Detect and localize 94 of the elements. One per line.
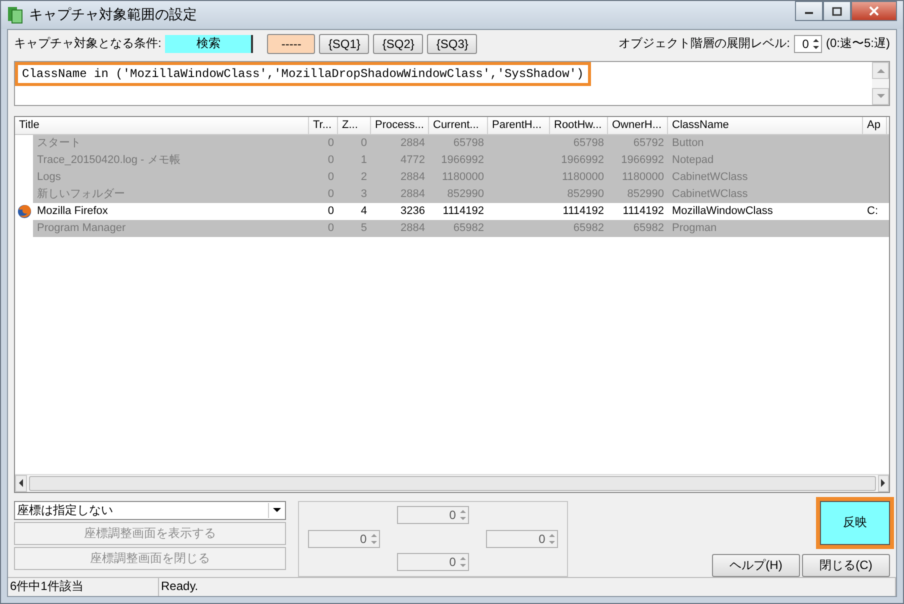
table-cell-text: 1180000	[560, 170, 605, 185]
query-field[interactable]: ClassName in ('MozillaWindowClass','MozillaDropShadowWindowClass','SysShadow')	[14, 60, 890, 106]
column-header[interactable]: RootHw...	[550, 116, 608, 134]
depth-label: オブジェクト階層の展開レベル:	[618, 35, 790, 52]
table-cell-text: 0	[326, 204, 335, 219]
table-cell-text: 2884	[400, 170, 426, 185]
search-button[interactable]: 検索	[165, 34, 254, 53]
table-cell-text: 1114192	[622, 204, 665, 219]
table-cell-text: MozillaWindowClass	[671, 204, 774, 219]
minimize-button[interactable]	[795, 1, 823, 21]
column-header[interactable]: OwnerH...	[608, 116, 668, 134]
table-cell-text: 65982	[632, 220, 665, 236]
saved-query-button[interactable]: {SQ1}	[319, 34, 370, 54]
table-cell-text: 1180000	[620, 170, 665, 185]
table-cell-text: Progman	[671, 220, 718, 236]
table-cell-text: 65798	[452, 136, 485, 151]
table-cell-text: 1966992	[620, 152, 665, 168]
table-cell-text: Mozilla Firefox	[36, 204, 109, 219]
table-cell-text: 65798	[572, 136, 605, 151]
table-cell-text: 852990	[626, 186, 665, 202]
column-header[interactable]: Tr...	[309, 116, 338, 134]
column-header[interactable]: ClassName	[668, 116, 863, 134]
status-count: 6件中1件該当	[8, 578, 159, 596]
window-title: キャプチャ対象範囲の設定	[29, 6, 198, 24]
table-cell-text: 4	[360, 204, 368, 219]
depth-spinner[interactable]: 0	[794, 34, 822, 53]
table-cell-text: 3	[360, 186, 368, 202]
query-text: ClassName in ('MozillaWindowClass','MozillaDropShadowWindowClass','SysShadow')	[15, 62, 591, 86]
table-cell-text: 0	[326, 186, 335, 202]
app-icon	[7, 6, 23, 24]
help-button[interactable]: ヘルプ(H)	[712, 554, 800, 578]
table-cell-text: 1966992	[440, 152, 485, 168]
depth-hint: (0:速〜5:遅)	[826, 35, 890, 52]
coordinate-spinner[interactable]: 0	[396, 506, 469, 524]
left-arrow-icon	[18, 479, 24, 488]
coordinate-spinner[interactable]: 0	[486, 530, 558, 548]
table-cell-text: 2884	[400, 186, 426, 202]
right-arrow-icon	[880, 479, 886, 488]
table-cell-text: 65982	[572, 220, 605, 236]
condition-label: キャプチャ対象となる条件:	[14, 35, 162, 52]
table-cell-text: Program Manager	[36, 220, 127, 236]
coordinate-spinner[interactable]: 0	[308, 530, 380, 548]
column-header[interactable]: Z...	[338, 116, 371, 134]
table-cell-text: Button	[671, 136, 705, 151]
table-cell-text: Logs	[36, 170, 62, 185]
maximize-icon	[832, 6, 842, 16]
mode-button[interactable]: -----	[267, 34, 316, 54]
saved-query-button[interactable]: {SQ2}	[373, 34, 424, 54]
coordinate-spinner[interactable]: 0	[396, 553, 469, 572]
close-button[interactable]	[851, 1, 897, 21]
coordinate-dropdown[interactable]: 座標は指定しない	[14, 500, 286, 520]
table-cell-text: 0	[326, 152, 335, 168]
table-cell-text: 5	[360, 220, 368, 236]
column-header[interactable]: Current...	[429, 116, 488, 134]
table-cell-text: 1	[360, 152, 368, 168]
dropdown-arrow-icon	[273, 508, 281, 513]
table-cell-text: Trace_20150420.log - メモ帳	[36, 152, 182, 168]
table-cell-text: 1966992	[560, 152, 605, 168]
table-cell-text: 0	[360, 136, 368, 151]
saved-query-button[interactable]: {SQ3}	[427, 34, 478, 54]
table-cell-text: 4772	[400, 152, 426, 168]
table-cell-text: 0	[326, 220, 335, 236]
table-cell-text: 3236	[400, 204, 426, 219]
column-header[interactable]: Ap	[863, 116, 887, 134]
table-cell-text: CabinetWClass	[671, 186, 749, 202]
table-cell-text: 852990	[446, 186, 485, 202]
table-cell-text: 1114192	[442, 204, 485, 219]
table-cell-text: 65982	[452, 220, 485, 236]
close-dialog-button[interactable]: 閉じる(C)	[802, 554, 890, 578]
table-cell-text: 2884	[400, 220, 426, 236]
table-cell-text: 852990	[566, 186, 605, 202]
scroll-right-button[interactable]	[878, 474, 889, 492]
table-cell-text: CabinetWClass	[671, 170, 749, 185]
table-cell-text: 1180000	[440, 170, 485, 185]
table-cell-text: 1114192	[562, 204, 605, 219]
scroll-left-button[interactable]	[15, 474, 26, 492]
column-header[interactable]: Process...	[371, 116, 429, 134]
table-cell-text: 0	[326, 170, 335, 185]
table-cell-text: 0	[326, 136, 335, 151]
table-cell-text: C:	[866, 204, 879, 219]
down-arrow-icon	[876, 94, 884, 99]
column-header[interactable]: ParentH...	[488, 116, 550, 134]
up-arrow-icon	[876, 68, 884, 73]
table-cell-text: 新しいフォルダー	[36, 186, 126, 202]
scroll-down-button[interactable]	[872, 88, 889, 105]
status-message: Ready.	[159, 578, 896, 596]
table-cell-text: 2	[360, 170, 368, 185]
column-header[interactable]: Title	[15, 116, 309, 134]
table-cell-text: 2884	[400, 136, 426, 151]
table-cell-text: Notepad	[671, 152, 715, 168]
table-cell-text: スタート	[36, 136, 82, 151]
maximize-button[interactable]	[823, 1, 851, 21]
close-icon	[868, 6, 880, 16]
table-cell-text: 65792	[632, 136, 665, 151]
